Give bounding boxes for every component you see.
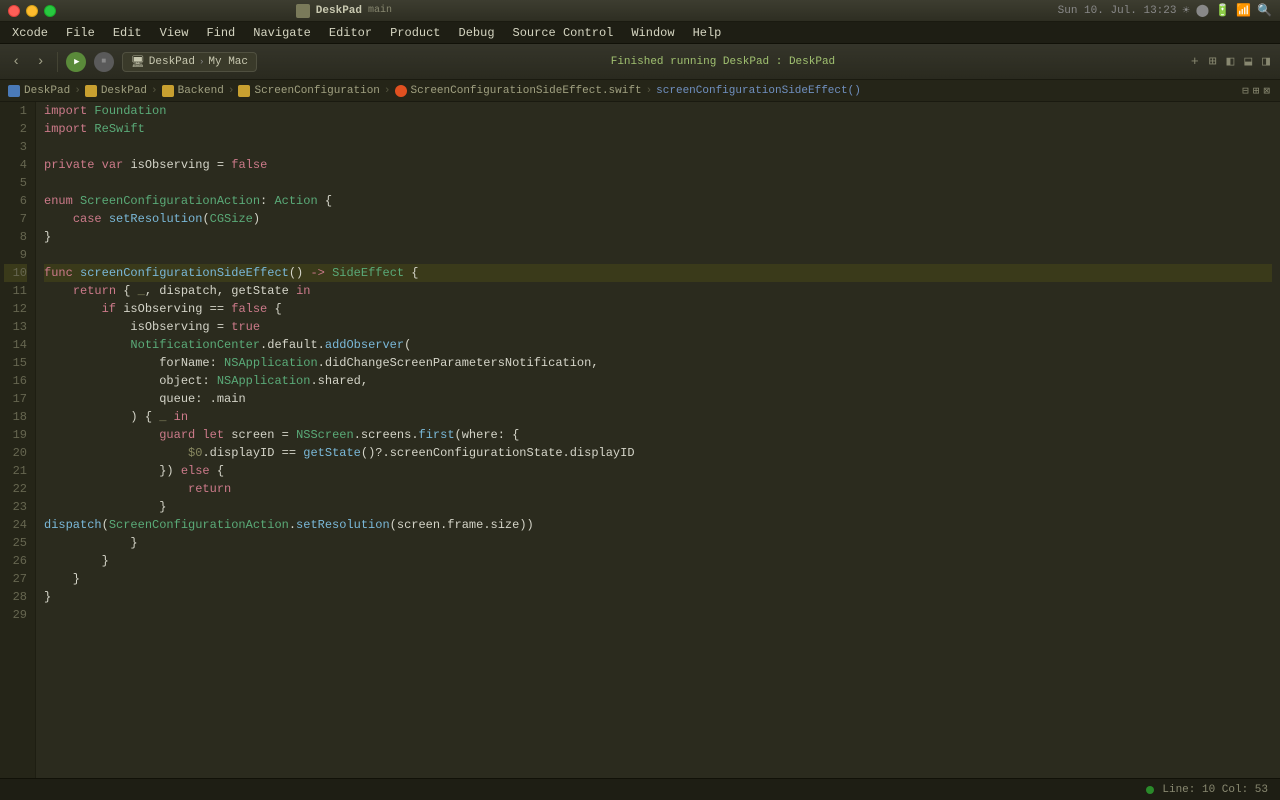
bc-label-6: screenConfigurationSideEffect() [656,85,861,97]
code-line: } [44,570,1272,588]
code-line [44,174,1272,192]
assistant-btn[interactable]: ⊞ [1251,82,1262,100]
code-line: if isObserving == false { [44,300,1272,318]
app-icon [296,4,310,18]
code-line: } [44,498,1272,516]
split-button[interactable]: ⊞ [1207,52,1219,71]
bc-item-3[interactable]: Backend [162,85,224,97]
bc-label-2: DeskPad [101,85,147,97]
bc-icon-2 [85,85,97,97]
debug-toggle[interactable]: ⬓ [1242,52,1254,71]
code-line: return { _, dispatch, getState in [44,282,1272,300]
code-line: isObserving = true [44,318,1272,336]
target-name: My Mac [208,56,248,68]
code-line: } [44,588,1272,606]
code-line [44,246,1272,264]
minimize-button[interactable] [26,5,38,17]
code-line: private var isObserving = false [44,156,1272,174]
code-line: } [44,228,1272,246]
menu-item-navigate[interactable]: Navigate [245,24,319,42]
menu-item-product[interactable]: Product [382,24,448,42]
code-line: return [44,480,1272,498]
bc-label-4: ScreenConfiguration [254,85,379,97]
close-button[interactable] [8,5,20,17]
code-line: func screenConfigurationSideEffect() -> … [44,264,1272,282]
menu-item-help[interactable]: Help [685,24,730,42]
code-line: dispatch(ScreenConfigurationAction.setRe… [44,516,1272,534]
line-numbers: 1234567891011121314151617181920212223242… [0,102,36,778]
toolbar: ‹ › 🖥 DeskPad › My Mac Finished running … [0,44,1280,80]
menu-item-edit[interactable]: Edit [105,24,150,42]
menu-item-editor[interactable]: Editor [321,24,380,42]
code-area: 1234567891011121314151617181920212223242… [0,102,1280,778]
code-line [44,606,1272,624]
run-button[interactable] [66,52,86,72]
menu-item-view[interactable]: View [152,24,197,42]
bc-icon-4 [238,85,250,97]
code-line: NotificationCenter.default.addObserver( [44,336,1272,354]
forward-button[interactable]: › [32,52,48,72]
split-editor-btn[interactable]: ⊟ [1240,82,1251,100]
scheme-icon: 🖥 [131,55,145,69]
code-content[interactable]: import Foundationimport ReSwift private … [36,102,1280,778]
menu-item-file[interactable]: File [58,24,103,42]
bc-icon-3 [162,85,174,97]
menu-item-find[interactable]: Find [198,24,243,42]
toolbar-right: + ⊞ ◧ ⬓ ◨ [1189,52,1272,71]
titlebar-controls: Sun 10. Jul. 13:23 ☀ ⬤ 🔋 📶 🔍 [1058,3,1272,18]
author-btn[interactable]: ⊠ [1261,82,1272,100]
toolbar-separator-1 [57,52,58,72]
scheme-selector[interactable]: 🖥 DeskPad › My Mac [122,52,257,72]
traffic-lights[interactable] [8,5,56,17]
breadcrumb: DeskPad › DeskPad › Backend › ScreenConf… [0,80,1280,102]
titlebar-center: DeskPad main [106,4,582,18]
titlebar: DeskPad main Sun 10. Jul. 13:23 ☀ ⬤ 🔋 📶 … [0,0,1280,22]
code-line: guard let screen = NSScreen.screens.firs… [44,426,1272,444]
back-button[interactable]: ‹ [8,52,24,72]
code-line: queue: .main [44,390,1272,408]
bc-item-1[interactable]: DeskPad [8,85,70,97]
inspector-toggle[interactable]: ◨ [1260,52,1272,71]
cursor-position: Line: 10 Col: 53 [1162,784,1268,796]
titlebar-app-name: DeskPad [316,5,362,17]
code-line: case setResolution(CGSize) [44,210,1272,228]
code-line: object: NSApplication.shared, [44,372,1272,390]
code-line [44,138,1272,156]
bc-item-6[interactable]: screenConfigurationSideEffect() [656,85,861,97]
code-line: $0.displayID == getState()?.screenConfig… [44,444,1272,462]
menu-item-debug[interactable]: Debug [451,24,503,42]
statusbar: Line: 10 Col: 53 [0,778,1280,800]
scheme-name: DeskPad [149,56,195,68]
bc-item-4[interactable]: ScreenConfiguration [238,85,379,97]
bc-item-5[interactable]: ScreenConfigurationSideEffect.swift [395,85,642,97]
code-line: } [44,552,1272,570]
menu-item-xcode[interactable]: Xcode [4,24,56,42]
bc-label-5: ScreenConfigurationSideEffect.swift [411,85,642,97]
titlebar-subtitle: main [368,5,392,16]
stop-button[interactable] [94,52,114,72]
bc-icon-5 [395,85,407,97]
code-line: } [44,534,1272,552]
code-line: ) { _ in [44,408,1272,426]
menubar: XcodeFileEditViewFindNavigateEditorProdu… [0,22,1280,44]
code-line: forName: NSApplication.didChangeScreenPa… [44,354,1272,372]
code-line: import Foundation [44,102,1272,120]
time-display: Sun 10. Jul. 13:23 [1058,5,1177,17]
bc-item-2[interactable]: DeskPad [85,85,147,97]
bc-label-3: Backend [178,85,224,97]
bc-label-1: DeskPad [24,85,70,97]
menu-item-source control[interactable]: Source Control [505,24,622,42]
status-indicator [1146,786,1154,794]
maximize-button[interactable] [44,5,56,17]
add-button[interactable]: + [1189,52,1201,71]
bc-icon-1 [8,85,20,97]
menu-item-window[interactable]: Window [623,24,682,42]
code-line: }) else { [44,462,1272,480]
build-status: Finished running DeskPad : DeskPad [265,56,1181,68]
navigator-toggle[interactable]: ◧ [1225,52,1237,71]
code-line: enum ScreenConfigurationAction: Action { [44,192,1272,210]
code-line: import ReSwift [44,120,1272,138]
